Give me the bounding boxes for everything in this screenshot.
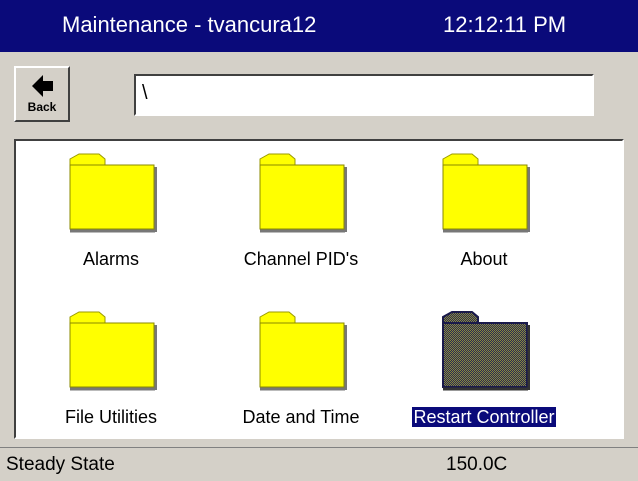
status-bar: Steady State 150.0C <box>0 447 638 481</box>
folder-view: Alarms Channel PID's About File Utilitie… <box>14 139 624 439</box>
folder-channel-pids[interactable]: Channel PID's <box>211 153 391 283</box>
folder-icon <box>69 153 157 233</box>
arrow-left-icon <box>32 75 53 97</box>
folder-icon <box>442 153 530 233</box>
folder-label: Restart Controller <box>411 406 557 428</box>
path-input[interactable]: \ <box>134 74 594 116</box>
toolbar: Back \ <box>0 52 638 138</box>
back-button[interactable]: Back <box>14 66 70 122</box>
window-title: Maintenance - tvancura12 <box>62 12 317 37</box>
folder-icon <box>442 311 530 391</box>
folder-label: About <box>460 249 508 269</box>
folder-label: File Utilities <box>64 407 157 427</box>
folder-date-and-time[interactable]: Date and Time <box>211 311 391 441</box>
back-button-label: Back <box>27 100 57 114</box>
title-bar: Maintenance - tvancura12 12:12:11 PM <box>0 0 638 52</box>
status-state: Steady State <box>6 454 115 475</box>
status-temperature: 150.0C <box>446 454 508 475</box>
folder-alarms[interactable]: Alarms <box>21 153 201 283</box>
folder-label: Channel PID's <box>243 249 359 269</box>
folder-icon <box>69 311 157 391</box>
clock: 12:12:11 PM <box>443 12 567 37</box>
folder-icon <box>259 311 347 391</box>
folder-restart-controller[interactable]: Restart Controller <box>394 311 574 441</box>
folder-label: Date and Time <box>242 407 360 427</box>
folder-label: Alarms <box>82 249 139 269</box>
folder-file-utilities[interactable]: File Utilities <box>21 311 201 441</box>
folder-about[interactable]: About <box>394 153 574 283</box>
folder-icon <box>259 153 347 233</box>
